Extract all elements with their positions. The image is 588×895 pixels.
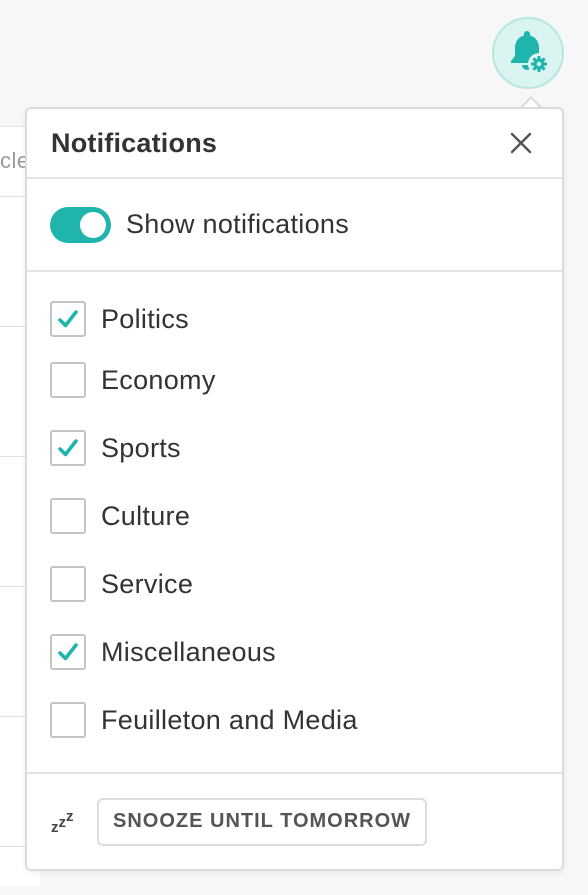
category-item-sports[interactable]: Sports (27, 414, 562, 482)
category-checkbox[interactable] (50, 498, 86, 534)
notification-settings-button[interactable] (492, 17, 564, 89)
category-item-service[interactable]: Service (27, 550, 562, 618)
category-item-politics[interactable]: Politics (27, 292, 562, 346)
category-label: Miscellaneous (101, 636, 276, 667)
category-item-culture[interactable]: Culture (27, 482, 562, 550)
popover-header: Notifications (27, 109, 562, 179)
category-checkbox[interactable] (50, 634, 86, 670)
popover-title: Notifications (51, 127, 218, 158)
show-notifications-label: Show notifications (126, 209, 350, 239)
checkmark-icon (58, 310, 78, 328)
category-label: Sports (101, 432, 181, 463)
show-notifications-row: Show notifications (27, 179, 562, 272)
close-icon (510, 132, 532, 154)
category-label: Service (101, 568, 194, 599)
page: cle Notifications Show notifications Pol… (0, 0, 588, 895)
category-label: Culture (101, 500, 191, 531)
category-checkbox[interactable] (50, 430, 86, 466)
show-notifications-toggle[interactable] (50, 206, 111, 243)
category-item-miscellaneous[interactable]: Miscellaneous (27, 618, 562, 686)
toggle-knob (80, 211, 106, 238)
category-item-feuilleton-and-media[interactable]: Feuilleton and Media (27, 686, 562, 754)
category-label: Politics (101, 303, 189, 334)
snooze-until-tomorrow-button[interactable]: SNOOZE UNTIL TOMORROW (97, 797, 428, 846)
checkmark-icon (58, 439, 78, 457)
bell-gear-icon (511, 31, 549, 75)
category-checkbox[interactable] (50, 702, 86, 738)
category-list: Politics Economy Sports Culture Service … (27, 272, 562, 774)
category-checkbox[interactable] (50, 566, 86, 602)
close-button[interactable] (508, 130, 534, 156)
popover-footer: zzz SNOOZE UNTIL TOMORROW (27, 774, 562, 869)
category-checkbox[interactable] (50, 362, 86, 398)
category-checkbox[interactable] (50, 301, 86, 337)
checkmark-icon (58, 643, 78, 661)
zzz-icon: zzz (51, 807, 74, 836)
category-label: Feuilleton and Media (101, 704, 358, 735)
category-item-economy[interactable]: Economy (27, 346, 562, 414)
notifications-popover: Notifications Show notifications Politic… (25, 107, 564, 871)
category-label: Economy (101, 364, 216, 395)
